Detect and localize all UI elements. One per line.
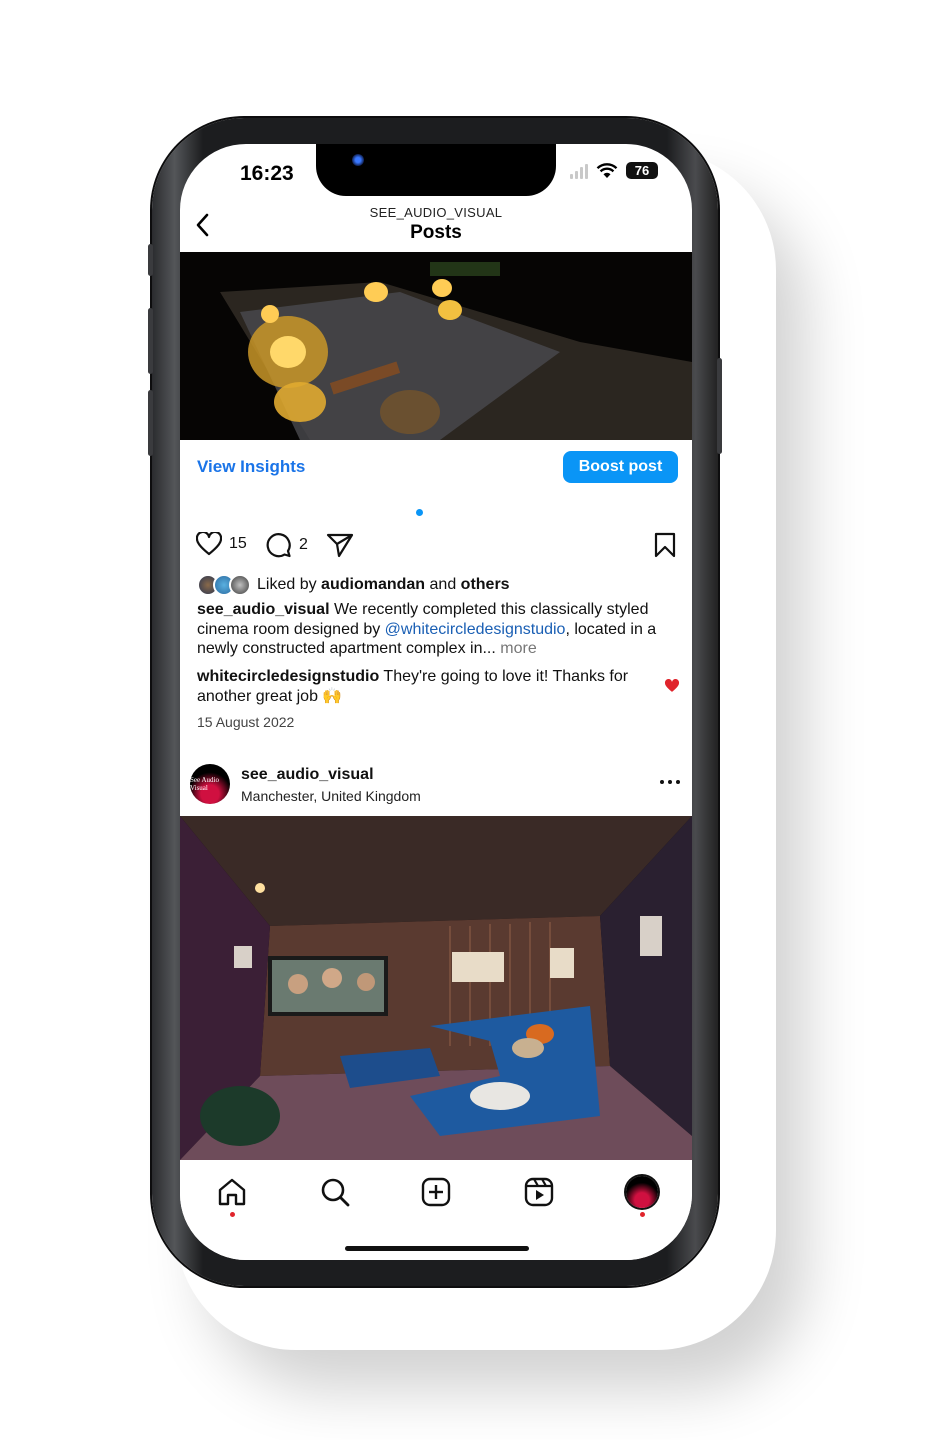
post-location[interactable]: Manchester, United Kingdom (241, 788, 421, 804)
cellular-signal-icon (570, 163, 588, 179)
post-username[interactable]: see_audio_visual (241, 766, 374, 784)
page-title: Posts (410, 222, 462, 243)
liked-by-others[interactable]: others (461, 576, 510, 594)
volume-up-button (148, 308, 153, 374)
profile-avatar-icon[interactable] (626, 1176, 658, 1208)
heart-icon[interactable] (196, 532, 222, 556)
camera-icon (352, 154, 364, 166)
power-button (717, 358, 722, 454)
carousel-dot-indicator (416, 509, 423, 516)
liker-avatar (229, 574, 251, 596)
post-caption: see_audio_visual We recently completed t… (197, 600, 677, 659)
comments-count: 2 (299, 536, 308, 553)
status-icons: 76 (570, 162, 658, 179)
save-action[interactable] (654, 532, 676, 563)
boost-post-button[interactable]: Boost post (563, 451, 678, 483)
create-post-icon[interactable] (420, 1176, 452, 1208)
avatar[interactable]: See Audio Visual (190, 764, 230, 804)
post-actions: 15 2 (180, 528, 692, 564)
comment-username[interactable]: whitecircledesignstudio (197, 668, 379, 685)
comment-like-heart-icon[interactable] (664, 679, 680, 693)
avatar-logo-text: See Audio Visual (190, 776, 219, 792)
liked-by-prefix: Liked by (257, 576, 317, 593)
more-options-icon[interactable] (660, 780, 680, 784)
cinema-room-illustration (180, 816, 692, 1160)
liked-by-and: and (429, 576, 457, 593)
top-header: SEE_AUDIO_VISUAL Posts (180, 200, 692, 252)
post-image-cinema-room[interactable] (180, 816, 692, 1160)
send-icon[interactable] (326, 532, 354, 558)
caption-username[interactable]: see_audio_visual (197, 601, 330, 618)
battery-indicator: 76 (626, 162, 658, 179)
post-date: 15 August 2022 (197, 714, 295, 730)
phone-screen: 16:23 76 SEE_AUDIO_VISUAL Posts View Ins… (180, 144, 692, 1260)
bottom-tab-bar (180, 1160, 692, 1260)
home-icon[interactable] (216, 1176, 248, 1208)
account-name: SEE_AUDIO_VISUAL (369, 205, 503, 220)
liked-by-row[interactable]: Liked by audiomandan and others (197, 574, 510, 596)
liked-by-user[interactable]: audiomandan (321, 576, 425, 594)
like-action[interactable]: 15 (196, 532, 247, 556)
insights-row: View Insights Boost post (180, 440, 692, 500)
post-header: See Audio Visual see_audio_visual Manche… (180, 760, 692, 816)
reels-icon[interactable] (523, 1176, 555, 1208)
comment-icon[interactable] (266, 532, 292, 558)
wifi-icon (596, 162, 618, 178)
home-indicator[interactable] (345, 1246, 529, 1251)
caption-mention[interactable]: @whitecircledesignstudio (385, 621, 566, 638)
comment-preview: whitecircledesignstudio They're going to… (197, 667, 653, 707)
caption-more-link[interactable]: more (500, 640, 536, 657)
view-insights-link[interactable]: View Insights (197, 457, 305, 477)
bookmark-icon[interactable] (654, 532, 676, 558)
mute-switch (148, 244, 153, 276)
volume-down-button (148, 390, 153, 456)
status-time: 16:23 (240, 162, 294, 185)
likes-count: 15 (229, 535, 247, 552)
comment-action[interactable]: 2 (266, 532, 308, 558)
home-notification-dot (230, 1212, 235, 1217)
liker-avatars (197, 574, 251, 596)
dynamic-island (316, 144, 556, 196)
profile-notification-dot (640, 1212, 645, 1217)
post-image-cinema-lamps[interactable] (180, 252, 692, 440)
cinema-seating-illustration (180, 252, 692, 440)
share-action[interactable] (326, 532, 354, 558)
search-icon[interactable] (319, 1176, 351, 1208)
